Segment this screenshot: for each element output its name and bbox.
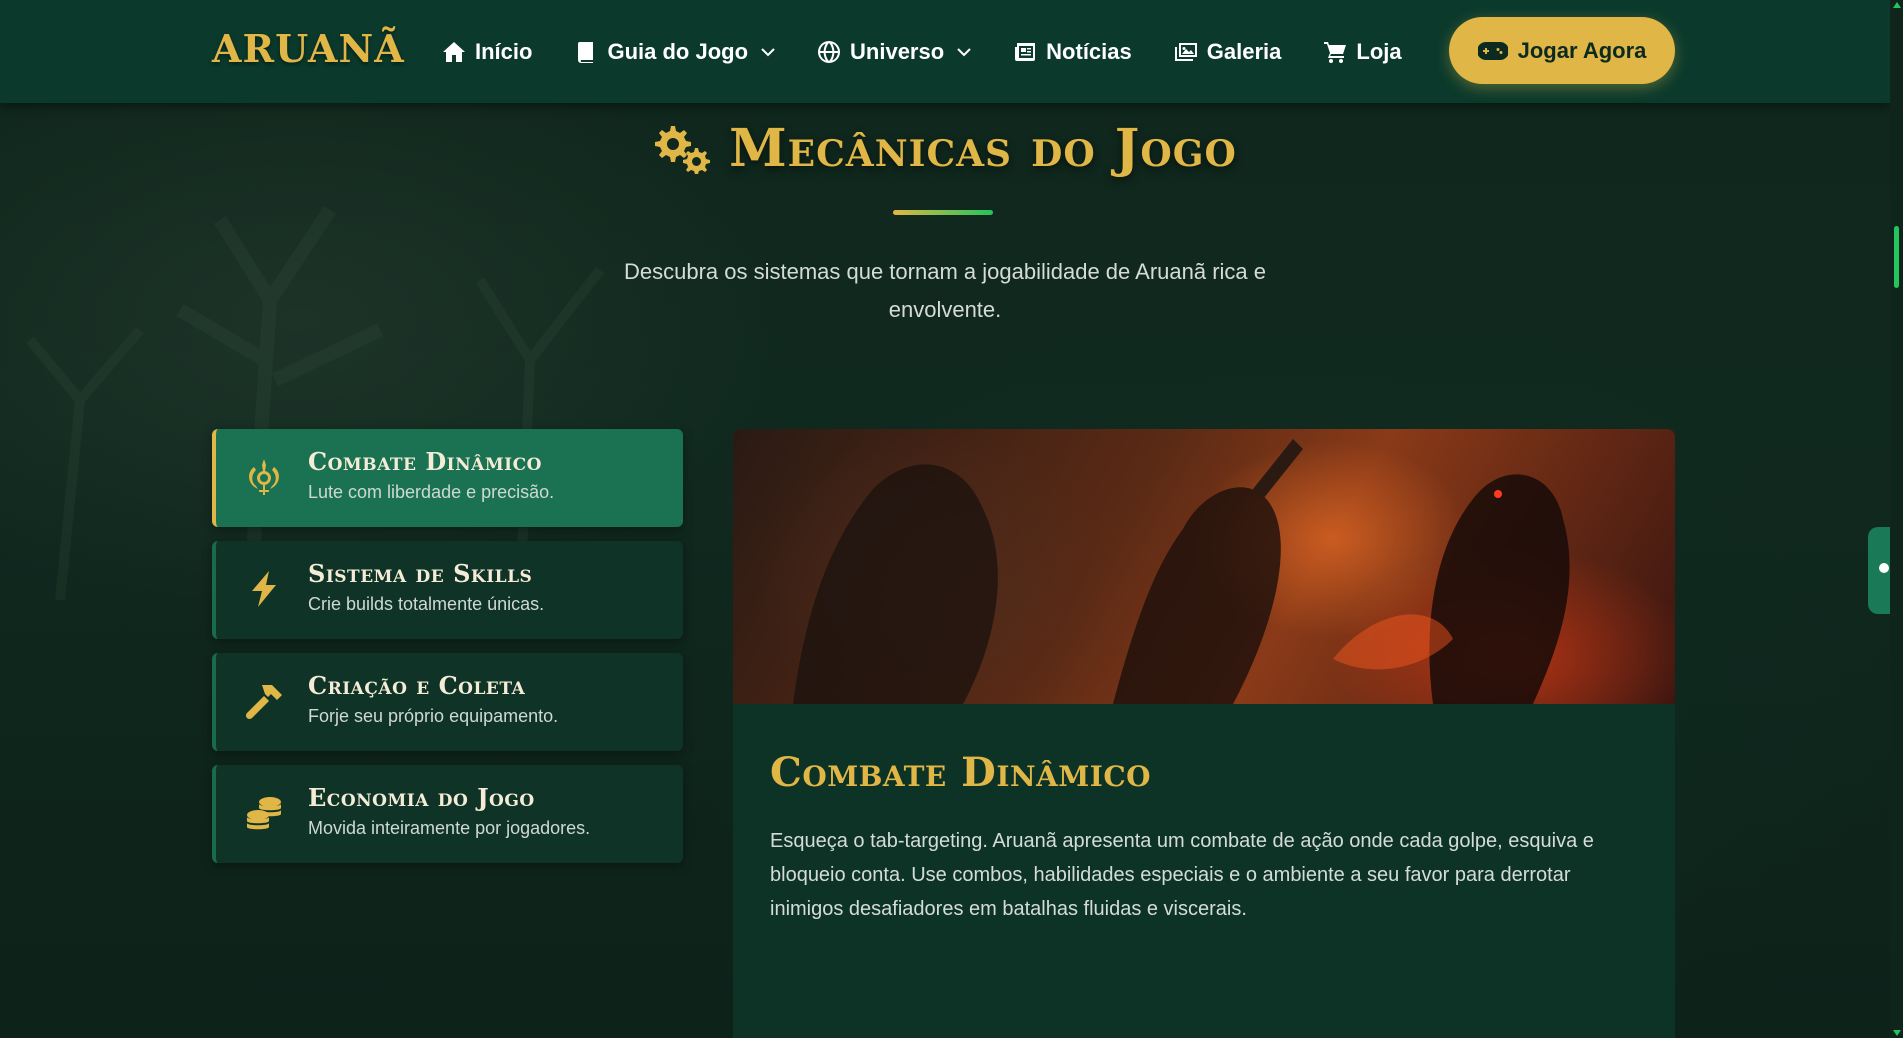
- nav-item-noticias[interactable]: Notícias: [1013, 39, 1132, 65]
- nav-item-loja[interactable]: Loja: [1323, 38, 1402, 65]
- tab-description: Movida inteiramente por jogadores.: [308, 818, 591, 838]
- section-heading: Mecânicas do Jogo: [0, 118, 1890, 179]
- nav-item-label: Guia do Jogo: [607, 38, 749, 64]
- scrollbar[interactable]: [1890, 0, 1903, 1038]
- nav-item-label: Notícias: [1046, 38, 1132, 64]
- tab-description: Forje seu próprio equipamento.: [308, 706, 559, 726]
- nav-item-label: Universo: [850, 38, 945, 64]
- newspaper-icon: [1015, 42, 1036, 61]
- nav-item-inicio[interactable]: Início: [442, 39, 532, 65]
- mechanic-detail-panel: Combate Dinâmico Esqueça o tab-targeting…: [733, 429, 1675, 1038]
- tab-criacao-e-coleta[interactable]: Criação e Coleta Forje seu próprio equip…: [212, 653, 683, 751]
- tab-economia-do-jogo[interactable]: Economia do Jogo Movida inteiramente por…: [212, 765, 683, 863]
- mechanics-tabs: Combate Dinâmico Lute com liberdade e pr…: [212, 429, 683, 877]
- scrollbar-thumb[interactable]: [1894, 226, 1899, 288]
- section-title: Mecânicas do Jogo: [729, 118, 1237, 179]
- nav-links: Início Guia do Jogo Universo Notícias Ga…: [442, 0, 1444, 103]
- floating-side-button[interactable]: [1868, 527, 1892, 614]
- nav-item-label: Início: [475, 38, 533, 64]
- title-underline: [893, 210, 993, 215]
- tab-description: Lute com liberdade e precisão.: [308, 482, 555, 502]
- detail-title: Combate Dinâmico: [770, 749, 1152, 796]
- nav-item-label: Galeria: [1206, 38, 1282, 64]
- tab-title: Combate Dinâmico: [308, 447, 542, 476]
- play-now-label: Jogar Agora: [1517, 37, 1647, 63]
- images-icon: [1174, 42, 1197, 61]
- nav-item-galeria[interactable]: Galeria: [1174, 38, 1282, 65]
- tab-combate-dinamico[interactable]: Combate Dinâmico Lute com liberdade e pr…: [212, 429, 683, 527]
- tab-description: Crie builds totalmente únicas.: [308, 594, 545, 614]
- gears-icon: [655, 125, 711, 174]
- detail-description: Esqueça o tab-targeting. Aruanã apresent…: [770, 830, 1594, 920]
- combat-artwork-image: [733, 429, 1675, 704]
- nav-item-label: Loja: [1356, 38, 1402, 64]
- nav-item-universo[interactable]: Universo: [817, 39, 971, 65]
- tab-title: Sistema de Skills: [308, 559, 533, 588]
- khanda-icon: [249, 459, 279, 495]
- logo[interactable]: ARUANÃ: [212, 26, 405, 71]
- accessibility-icon: [1879, 563, 1889, 573]
- book-icon: [578, 41, 594, 63]
- chevron-down-icon: [761, 47, 775, 56]
- tab-title: Criação e Coleta: [308, 671, 526, 700]
- gamepad-icon: [1477, 41, 1508, 60]
- play-now-button[interactable]: Jogar Agora: [1449, 17, 1675, 84]
- navbar: ARUANÃ Início Guia do Jogo Universo Notí…: [0, 0, 1890, 103]
- chevron-down-icon: [957, 47, 971, 56]
- tab-title: Economia do Jogo: [308, 783, 535, 812]
- scroll-down-arrow-icon[interactable]: [1893, 1030, 1901, 1036]
- section-subtitle: Descubra os sistemas que tornam a jogabi…: [623, 259, 1267, 322]
- coins-icon: [247, 797, 281, 830]
- home-icon: [443, 41, 465, 62]
- nav-item-guia-do-jogo[interactable]: Guia do Jogo: [574, 39, 775, 65]
- scroll-up-arrow-icon[interactable]: [1893, 2, 1901, 8]
- cart-icon: [1324, 41, 1347, 63]
- bolt-icon: [252, 571, 276, 607]
- page: ARUANÃ Início Guia do Jogo Universo Notí…: [0, 0, 1903, 1038]
- tab-sistema-de-skills[interactable]: Sistema de Skills Crie builds totalmente…: [212, 541, 683, 639]
- combat-artwork-figures: [793, 439, 1570, 704]
- hammer-icon: [245, 685, 282, 720]
- globe-icon: [818, 40, 841, 63]
